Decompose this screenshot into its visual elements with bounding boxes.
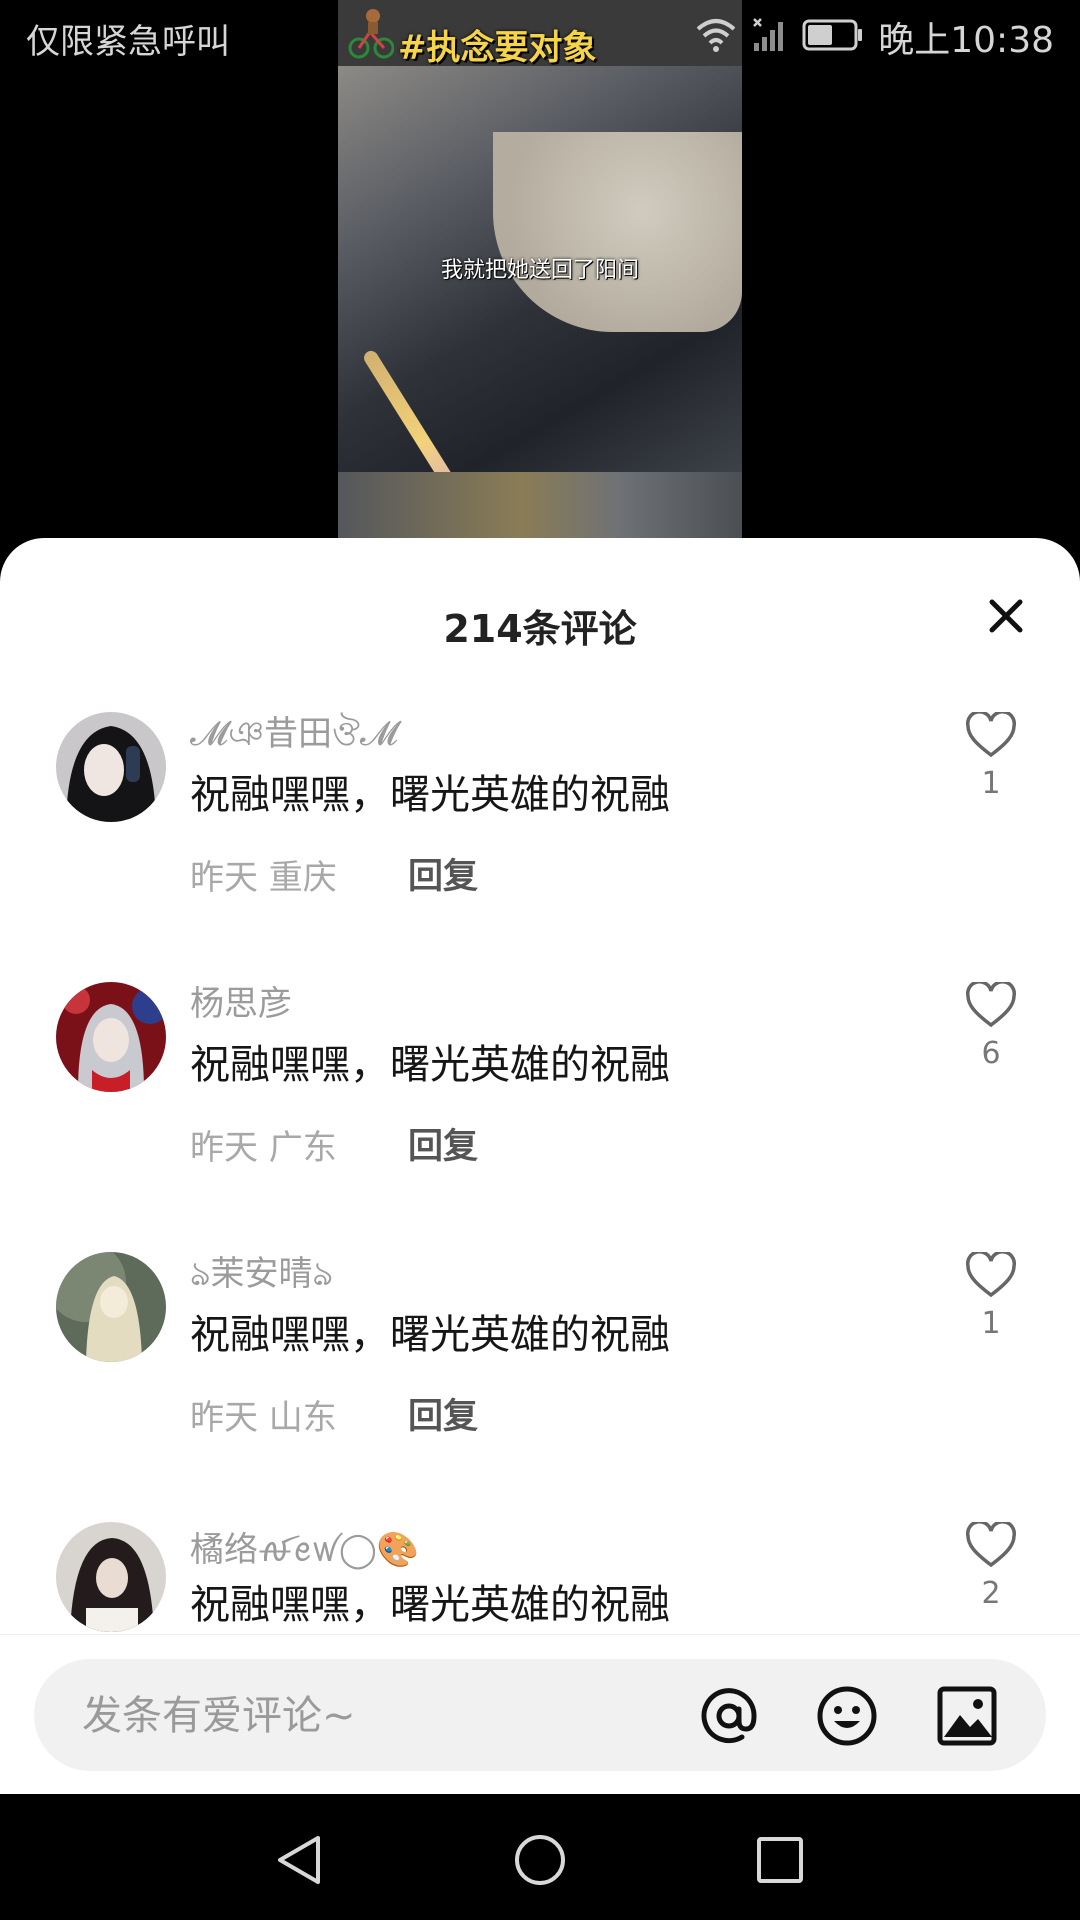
like-count: 2 (981, 1576, 1001, 1611)
comment-text: 祝融嘿嘿，曙光英雄的祝融 (190, 1042, 670, 1088)
heart-icon (965, 710, 1017, 762)
like-count: 1 (981, 1306, 1001, 1341)
wifi-icon (694, 17, 738, 57)
reply-button[interactable]: 回复 (408, 1118, 478, 1169)
comment-username[interactable]: 杨思彦 (190, 976, 292, 1025)
avatar[interactable] (56, 982, 166, 1092)
comment-item: 杨思彦 祝融嘿嘿，曙光英雄的祝融 昨天 广东 回复 6 (0, 980, 1080, 1242)
image-icon[interactable] (936, 1685, 998, 1747)
video-subtitle: 我就把她送回了阳间 (440, 258, 639, 283)
video-player[interactable]: #执念要对象 我就把她送回了阳间 (338, 0, 742, 540)
back-icon[interactable] (272, 1832, 328, 1888)
avatar[interactable] (56, 712, 166, 822)
comment-time-location: 昨天 山东 (190, 1398, 337, 1438)
like-button[interactable]: 2 (956, 1520, 1026, 1611)
comments-count-title: 214条评论 (443, 607, 637, 651)
comment-username[interactable]: 𝓜ঞ昔田ঔ𝓜 (190, 706, 398, 765)
comment-time-location: 昨天 重庆 (190, 858, 337, 898)
close-button[interactable] (976, 588, 1036, 648)
close-icon (988, 598, 1024, 638)
like-button[interactable]: 1 (956, 1250, 1026, 1341)
comment-text: 祝融嘿嘿，曙光英雄的祝融 (190, 772, 670, 818)
heart-icon (965, 980, 1017, 1032)
signal-icon (752, 17, 788, 57)
comment-item: ঌ茉安晴ঌ 祝融嘿嘿，曙光英雄的祝融 昨天 山东 回复 1 (0, 1250, 1080, 1512)
reply-button[interactable]: 回复 (408, 848, 478, 899)
like-count: 1 (981, 766, 1001, 801)
gloved-hand-shape (493, 132, 742, 332)
comment-username[interactable]: ঌ茉安晴ঌ (190, 1246, 333, 1305)
like-button[interactable]: 1 (956, 710, 1026, 801)
heart-icon (965, 1250, 1017, 1302)
video-bottom-strip (338, 472, 742, 540)
battery-icon (802, 18, 864, 56)
recents-icon[interactable] (752, 1832, 808, 1888)
comment-text: 祝融嘿嘿，曙光英雄的祝融 (190, 1582, 670, 1628)
comment-item: 𝓜ঞ昔田ঔ𝓜 祝融嘿嘿，曙光英雄的祝融 昨天 重庆 回复 1 (0, 710, 1080, 972)
system-nav-bar (0, 1794, 1080, 1920)
home-icon[interactable] (512, 1832, 568, 1888)
comment-input[interactable] (80, 1659, 684, 1773)
comment-time-location: 昨天 广东 (190, 1128, 337, 1168)
reply-button[interactable]: 回复 (408, 1388, 478, 1439)
status-bar: 仅限紧急呼叫 晚上10:38 (0, 0, 1080, 76)
clock-time: 晚上10:38 (878, 20, 1054, 61)
like-button[interactable]: 6 (956, 980, 1026, 1071)
comment-input-container (34, 1659, 1046, 1773)
emoji-icon[interactable] (816, 1685, 878, 1747)
avatar[interactable] (56, 1522, 166, 1632)
avatar[interactable] (56, 1252, 166, 1362)
comments-sheet: 214条评论 𝓜ঞ昔田ঔ𝓜 祝融嘿嘿，曙光英雄的祝融 昨天 重庆 回复 1 杨思… (0, 538, 1080, 1794)
at-icon[interactable] (698, 1685, 760, 1747)
status-icons: 晚上10:38 (694, 12, 1054, 62)
heart-icon (965, 1520, 1017, 1572)
like-count: 6 (981, 1036, 1001, 1071)
comment-input-bar (0, 1634, 1080, 1795)
comment-text: 祝融嘿嘿，曙光英雄的祝融 (190, 1312, 670, 1358)
emergency-calls-only-text: 仅限紧急呼叫 (26, 22, 230, 62)
